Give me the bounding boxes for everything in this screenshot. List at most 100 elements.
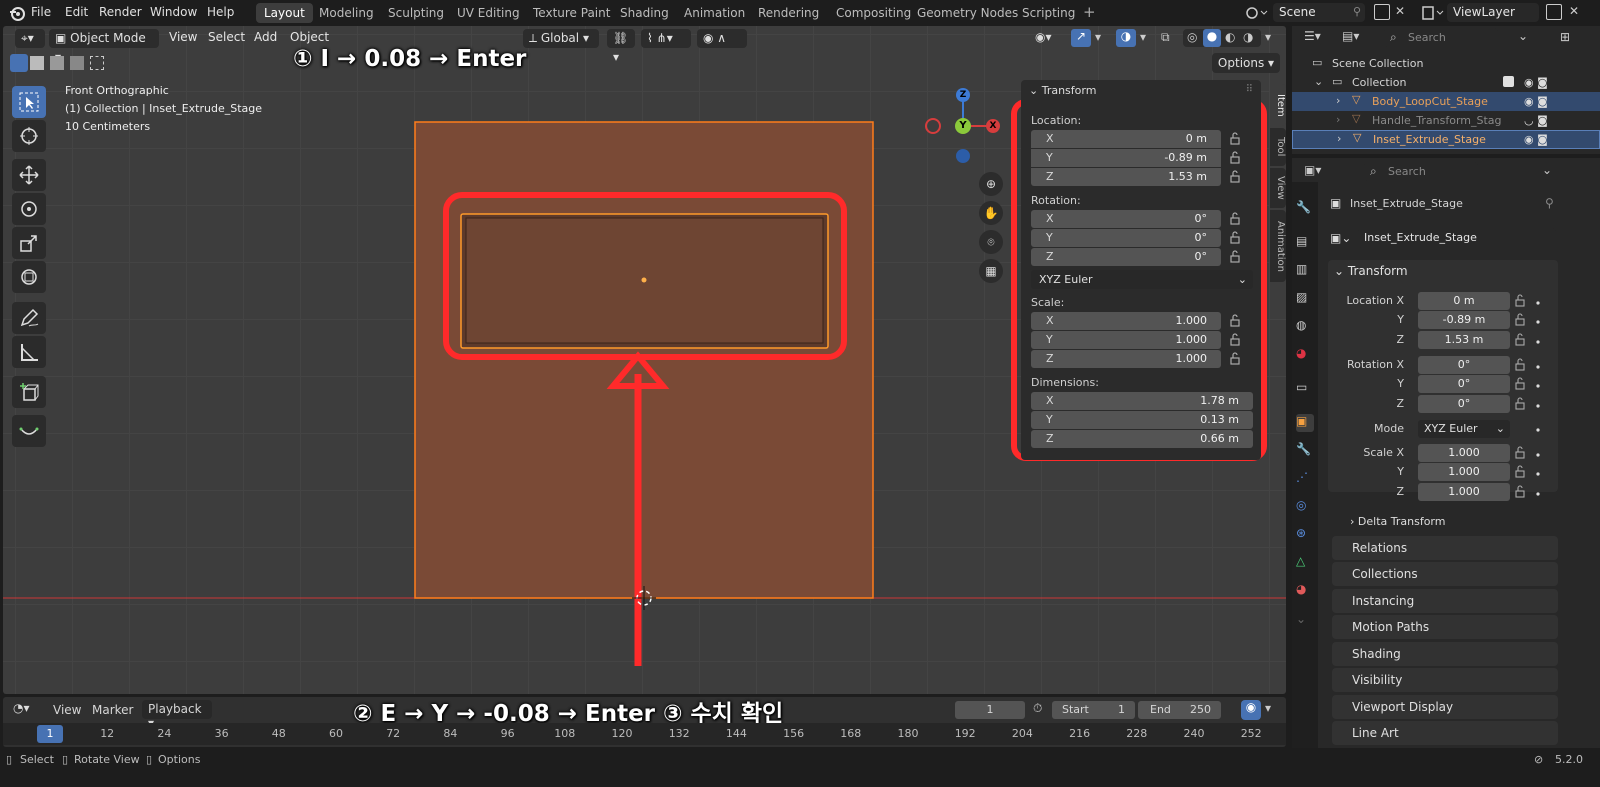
auto-keying-icon[interactable]: ◉ [1241, 700, 1261, 720]
menu-window[interactable]: Window [150, 5, 197, 19]
tool-tab-icon[interactable]: 🔧 [1296, 200, 1314, 218]
collection-checkbox[interactable] [1503, 76, 1514, 87]
chevron-right-icon[interactable]: › [1336, 94, 1340, 107]
display-mode-icon[interactable]: ▤▾ [1342, 29, 1359, 43]
end-frame-field[interactable]: End 250 [1138, 701, 1221, 719]
constraints-tab-icon[interactable]: ⊛ [1296, 526, 1314, 544]
section-motion-paths[interactable]: Motion Paths [1332, 615, 1558, 639]
start-frame-field[interactable]: Start 1 [1052, 701, 1135, 719]
tab-modeling[interactable]: Modeling [311, 3, 382, 23]
timeline-marker-menu[interactable]: Marker [92, 703, 133, 717]
menu-help[interactable]: Help [207, 5, 234, 19]
outliner-item-handle[interactable]: › ▽ Handle_Transform_Stag [1292, 111, 1562, 130]
location-x-field[interactable]: X0 m [1031, 130, 1221, 148]
keying-dropdown-icon[interactable]: ▾ [1265, 701, 1271, 715]
chevron-right-icon[interactable]: › [1337, 132, 1341, 145]
outliner-search-input[interactable]: ⌕ Search [1384, 28, 1498, 47]
view-layer-icon[interactable] [1421, 5, 1447, 21]
properties-editor-icon[interactable]: ▣▾ [1304, 163, 1321, 177]
scene-icon[interactable] [1245, 5, 1271, 21]
pin-icon[interactable]: ⚲ [1353, 5, 1361, 18]
new-scene-icon[interactable] [1374, 4, 1390, 20]
section-shading[interactable]: Shading [1332, 642, 1558, 666]
object-name-field[interactable]: Inset_Extrude_Stage [1358, 228, 1556, 248]
3d-viewport[interactable]: ⌖▾ ▣ Object Mode ▾ View Select Add Objec… [3, 26, 1286, 694]
timeline-view-menu[interactable]: View [53, 703, 81, 717]
new-view-layer-icon[interactable] [1546, 4, 1562, 20]
rotation-x-field[interactable]: X 0° [1031, 210, 1221, 228]
delete-view-layer-icon[interactable]: ✕ [1569, 4, 1579, 18]
stopwatch-icon[interactable]: ⏱ [1033, 701, 1042, 716]
data-tab-icon[interactable]: △ [1296, 554, 1314, 572]
modifier-tab-icon[interactable]: 🔧 [1296, 442, 1314, 460]
drag-handle-icon[interactable]: ⠿ [1246, 84, 1253, 95]
prop-location-z[interactable]: 1.53 m [1418, 331, 1510, 349]
prop-scale-z[interactable]: 1.000 [1418, 483, 1510, 501]
chevron-right-icon[interactable]: › [1336, 113, 1340, 126]
prop-rotation-z[interactable]: 0° [1418, 395, 1510, 413]
outliner-editor-icon[interactable]: ☰▾ [1304, 29, 1321, 43]
menu-render[interactable]: Render [99, 5, 142, 19]
dimensions-y-field[interactable]: Y 0.13 m [1031, 411, 1253, 429]
output-tab-icon[interactable]: ▥ [1296, 262, 1314, 280]
scale-z-field[interactable]: Z 1.000 [1031, 350, 1221, 368]
pan-hand-icon[interactable]: ✋ [979, 201, 1003, 225]
gizmo-y-axis[interactable]: Y [955, 118, 971, 134]
dimensions-z-field[interactable]: Z 0.66 m [1031, 430, 1253, 448]
object-tab-icon[interactable]: ▣ [1296, 414, 1314, 432]
particles-tab-icon[interactable]: ⋰ [1296, 470, 1314, 488]
gizmo-z-axis[interactable]: Z [956, 88, 970, 102]
prop-rotation-x[interactable]: 0° [1418, 356, 1510, 374]
tab-shading[interactable]: Shading [612, 3, 677, 23]
prop-location-x[interactable]: 0 m [1418, 292, 1510, 310]
sidebar-tab-view[interactable]: View [1270, 168, 1286, 208]
prop-rotation-mode[interactable]: XYZ Euler ⌄ [1418, 420, 1510, 438]
menu-file[interactable]: File [31, 5, 51, 19]
prop-scale-x[interactable]: 1.000 [1418, 444, 1510, 462]
section-instancing[interactable]: Instancing [1332, 589, 1558, 613]
rotation-y-field[interactable]: Y 0° [1031, 229, 1221, 247]
chevron-down-icon[interactable]: ⌄ [1314, 75, 1323, 88]
section-relations[interactable]: Relations [1332, 536, 1558, 560]
current-frame-field[interactable]: 1 [955, 701, 1025, 719]
delete-scene-icon[interactable]: ✕ [1395, 4, 1405, 18]
tab-rendering[interactable]: Rendering [750, 3, 827, 23]
object-datablock-icon[interactable]: ▣⌄ [1330, 228, 1356, 248]
navigation-gizmo[interactable]: Z Y X [923, 84, 1009, 174]
outliner-visibility-icons[interactable]: ◉ ◙ ◉ ◙ ◡ ◙ ◉ ◙ [1524, 73, 1564, 149]
scene-field[interactable]: Scene [1273, 3, 1365, 22]
tab-animation[interactable]: Animation [676, 3, 753, 23]
section-visibility[interactable]: Visibility [1332, 668, 1558, 692]
view-layer-field[interactable]: ViewLayer [1447, 3, 1539, 22]
sidebar-tab-animation[interactable]: Animation [1270, 210, 1286, 282]
prop-scale-y[interactable]: 1.000 [1418, 463, 1510, 481]
collection-tab-icon[interactable]: ▭ [1296, 380, 1314, 398]
material-tab-icon[interactable]: ◕ [1296, 582, 1314, 600]
zoom-icon[interactable]: ⊕ [979, 172, 1003, 196]
outliner-collection[interactable]: ⌄ ▭ Collection [1292, 73, 1562, 92]
new-collection-icon[interactable]: ⊞ [1560, 30, 1570, 44]
lock-icons[interactable] [1229, 132, 1241, 372]
grid-icon[interactable]: ▦ [979, 259, 1003, 283]
more-tabs-icon[interactable]: ⌄ [1296, 612, 1314, 630]
properties-options-icon[interactable]: ⌄ [1542, 163, 1552, 177]
tab-compositing[interactable]: Compositing [828, 3, 919, 23]
timeline-editor-icon[interactable]: ◔▾ [13, 701, 30, 715]
tab-geometry-nodes[interactable]: Geometry Nodes [909, 3, 1026, 23]
transform-panel-header[interactable]: ⌄ Transform [1029, 84, 1096, 97]
section-viewport-display[interactable]: Viewport Display [1332, 695, 1558, 719]
world-tab-icon[interactable]: ◕ [1296, 346, 1314, 364]
prop-location-y[interactable]: -0.89 m [1418, 311, 1510, 329]
rotation-mode-dropdown[interactable]: XYZ Euler ⌄ [1031, 270, 1253, 289]
delta-transform-subpanel[interactable]: › Delta Transform [1350, 515, 1445, 528]
tab-uv-editing[interactable]: UV Editing [449, 3, 528, 23]
blender-logo-icon[interactable] [8, 4, 26, 22]
menu-edit[interactable]: Edit [65, 5, 88, 19]
properties-search-input[interactable]: ⌕ Search [1364, 162, 1478, 181]
transform-section-header[interactable]: ⌄ Transform [1334, 264, 1408, 278]
tab-sculpting[interactable]: Sculpting [380, 3, 452, 23]
tab-texture-paint[interactable]: Texture Paint [525, 3, 618, 23]
pin-icon[interactable]: ⚲ [1545, 196, 1554, 210]
location-z-field[interactable]: Z 1.53 m [1031, 168, 1221, 186]
location-y-field[interactable]: Y -0.89 m [1031, 149, 1221, 167]
